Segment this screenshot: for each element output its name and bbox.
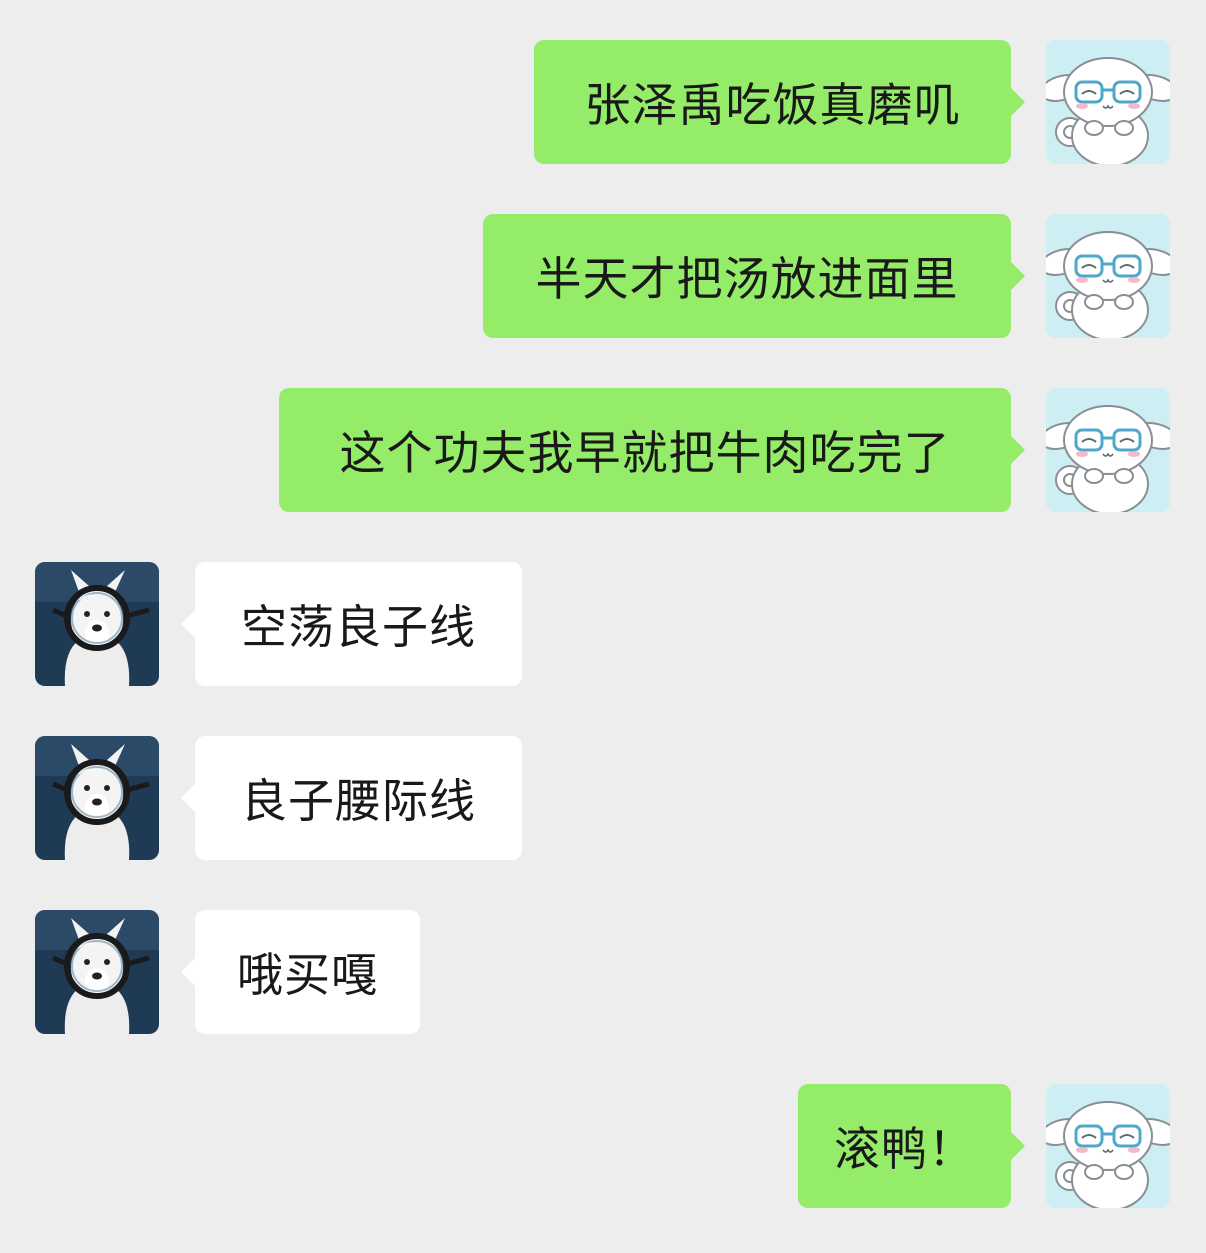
cinnamoroll-avatar[interactable]	[1046, 40, 1170, 164]
message-bubble[interactable]: 半天才把汤放进面里	[483, 214, 1025, 338]
message-received: 哦买嘎	[0, 910, 1206, 1034]
dog-with-glasses-avatar[interactable]	[35, 910, 159, 1034]
message-bubble[interactable]: 哦买嘎	[181, 910, 420, 1034]
message-sent: 这个功夫我早就把牛肉吃完了	[0, 388, 1206, 512]
message-received: 良子腰际线	[0, 736, 1206, 860]
message-sent: 半天才把汤放进面里	[0, 214, 1206, 338]
dog-with-glasses-avatar[interactable]	[35, 736, 159, 860]
message-bubble[interactable]: 张泽禹吃饭真磨叽	[534, 40, 1025, 164]
message-bubble[interactable]: 良子腰际线	[181, 736, 522, 860]
message-bubble[interactable]: 滚鸭！	[798, 1084, 1025, 1208]
dog-with-glasses-avatar[interactable]	[35, 562, 159, 686]
cinnamoroll-avatar[interactable]	[1046, 214, 1170, 338]
message-received: 空荡良子线	[0, 562, 1206, 686]
message-sent: 滚鸭！	[0, 1084, 1206, 1208]
message-bubble[interactable]: 这个功夫我早就把牛肉吃完了	[279, 388, 1025, 512]
cinnamoroll-avatar[interactable]	[1046, 1084, 1170, 1208]
cinnamoroll-avatar[interactable]	[1046, 388, 1170, 512]
message-bubble[interactable]: 空荡良子线	[181, 562, 522, 686]
message-sent: 张泽禹吃饭真磨叽	[0, 40, 1206, 164]
